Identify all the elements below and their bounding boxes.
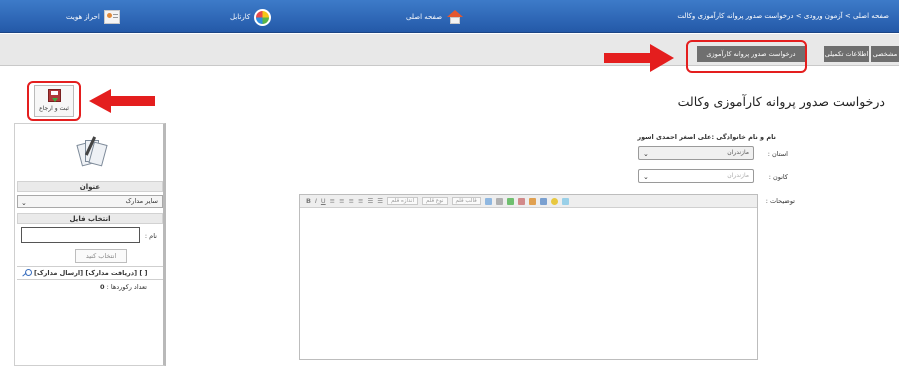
tab-main[interactable]: مشخصی [871,46,899,62]
home-icon [446,10,464,24]
choose-file-button[interactable]: انتخاب کنید [75,249,127,263]
font-type-select[interactable]: نوع قلم [422,197,448,205]
records-count: تعداد رکوردها : 0 [99,283,147,291]
save-icon [48,89,61,102]
editor-toolbar: B I U ≡ ≡ ≡ ≡ ☰ ☰ اندازه قلم نوع قلم قال… [300,195,757,208]
tab-additional-info[interactable]: اطلاعات تکمیلی [824,46,869,62]
italic-button[interactable]: I [315,197,317,205]
tab-highlight-outline [686,40,807,73]
align-right-icon[interactable]: ≡ [330,197,335,205]
tab-pointer-arrow [604,44,676,72]
page-title: درخواست صدور پروانه کارآموزی وکالت [677,94,885,109]
id-card-icon [103,10,120,24]
search-key-icon[interactable] [21,269,32,277]
file-name-input[interactable] [21,227,140,243]
title-section-header: عنوان [17,181,163,192]
province-select[interactable]: مازندران ⌄ [638,146,754,160]
bar-center-label: کانون : [768,173,788,181]
align-center-icon[interactable]: ≡ [339,197,344,205]
chevron-down-icon: ⌄ [643,150,649,158]
description-rich-text-editor[interactable]: B I U ≡ ≡ ≡ ≡ ☰ ☰ اندازه قلم نوع قلم قال… [299,194,758,360]
align-left-icon[interactable]: ≡ [349,197,354,205]
file-section-header: انتخاب فایل [17,213,163,224]
breadcrumb-current: درخواست صدور پروانه کارآموزی وکالت [677,12,794,20]
document-links[interactable]: [ارسال مدارک] [دریافت مدارک] [ ] [21,269,148,277]
breadcrumb-home[interactable]: صفحه اصلی [853,12,889,20]
link-icon[interactable] [506,197,514,205]
chevron-down-icon: ⌄ [643,173,649,181]
attachments-panel: عنوان سایر مدارک ⌄ انتخاب فایل نام : انت… [14,123,166,366]
divider [17,266,163,267]
top-navigation-bar: صفحه اصلی > آزمون ورودی > درخواست صدور پ… [0,0,899,33]
save-and-submit-button[interactable]: ثبت و ارجاع [34,85,74,117]
emoticon-icon[interactable] [550,197,558,205]
underline-button[interactable]: U [321,197,326,205]
authentication-link[interactable]: احراز هویت [66,8,120,26]
document-title-select[interactable]: سایر مدارک ⌄ [17,195,163,208]
font-size-select[interactable]: اندازه قلم [387,197,418,205]
unlink-icon[interactable] [517,197,525,205]
cartabl-icon [254,8,272,26]
description-label: توضیحات : [765,197,795,205]
documents-icon [75,134,109,168]
breadcrumb-entrance-exam[interactable]: آزمون ورودی [804,12,843,20]
home-link[interactable]: صفحه اصلی [406,8,464,26]
save-pointer-arrow [89,89,155,113]
bar-center-select[interactable]: مازندران ⌄ [638,169,754,183]
chevron-down-icon: ⌄ [21,199,27,207]
file-name-label: نام : [144,232,157,240]
bold-button[interactable]: B [306,197,311,205]
justify-icon[interactable]: ≡ [358,197,363,205]
cartabl-link[interactable]: کارتابل [230,8,272,26]
ordered-list-icon[interactable]: ☰ [367,197,373,205]
media-icon[interactable] [539,197,547,205]
applicant-fullname: نام و نام خانوادگی :علی اصغر احمدی اسور [637,133,776,141]
divider [17,279,163,280]
province-label: استان : [767,150,788,158]
color-icon[interactable] [528,197,536,205]
image-icon[interactable] [484,197,492,205]
table-icon[interactable] [495,197,503,205]
unordered-list-icon[interactable]: ☰ [377,197,383,205]
preview-icon[interactable] [561,197,569,205]
format-select[interactable]: قالب قلم [451,197,481,205]
breadcrumb: صفحه اصلی > آزمون ورودی > درخواست صدور پ… [677,12,889,20]
